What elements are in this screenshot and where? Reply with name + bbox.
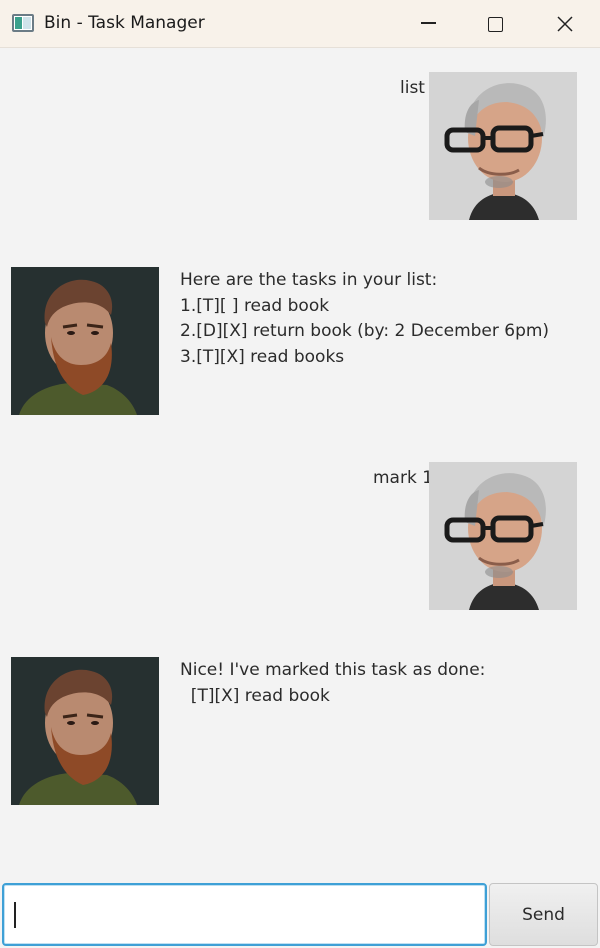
close-icon [557, 16, 573, 32]
user-avatar [429, 462, 577, 610]
bot-message-line: 1.[T][ ] read book [180, 295, 330, 316]
bot-message-line: 3.[T][X] read books [180, 346, 345, 367]
bot-message-line: Here are the tasks in your list: [180, 270, 438, 290]
close-button[interactable] [530, 0, 600, 48]
bot-message-line: [T][X] read book [180, 685, 330, 706]
bot-avatar [11, 657, 159, 805]
maximize-button[interactable] [460, 0, 530, 48]
minimize-icon [420, 22, 436, 24]
send-button[interactable]: Send [489, 883, 598, 946]
maximize-icon [487, 16, 503, 32]
user-message-text: list [400, 78, 425, 98]
user-input-field[interactable] [2, 883, 487, 946]
text-caret [14, 902, 16, 928]
user-avatar [429, 72, 577, 220]
minimize-button[interactable] [393, 0, 463, 48]
dialog-container[interactable]: list Here are the tasks in your list: 1.… [0, 49, 600, 881]
title-bar: Bin - Task Manager [0, 0, 600, 48]
user-message-text: mark 1 [373, 468, 434, 488]
window-title: Bin - Task Manager [44, 13, 205, 33]
bot-message-line: Nice! I've marked this task as done: [180, 660, 486, 680]
input-bar: Send [0, 881, 600, 948]
app-icon [12, 14, 34, 32]
bot-message-line: 2.[D][X] return book (by: 2 December 6pm… [180, 321, 550, 341]
bot-avatar [11, 267, 159, 415]
